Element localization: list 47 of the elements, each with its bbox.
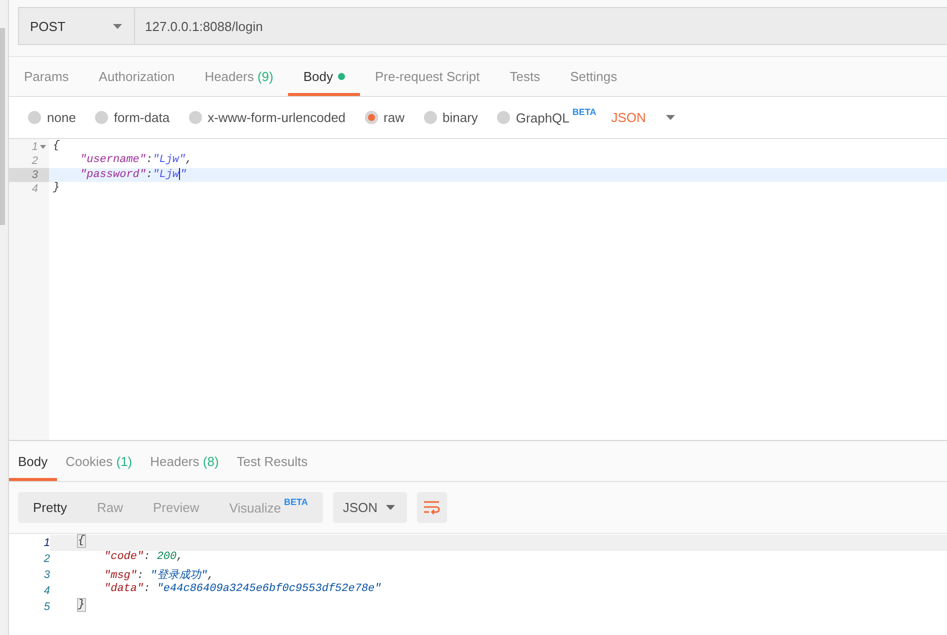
code-line: } [53,182,60,196]
line-number: 2 [32,155,38,167]
caret-icon [113,24,122,28]
radio-icon[interactable] [424,111,436,124]
line-number: 3 [44,569,50,581]
code-line: { [53,140,60,154]
body-type-option[interactable]: GraphQL $^{BETA}$ [496,109,596,126]
response-tab[interactable]: Test Results [228,441,317,481]
code-editor[interactable]: 1 2 3 4 { "username":"Ljw", "password":"Ljw" } [9,139,947,441]
body-type-option[interactable]: x-www-form-urlencoded [188,110,346,125]
code-line: "code": 200, [104,551,184,565]
url-field[interactable]: 127.0.0.1:8088/login [135,8,947,44]
body-type-option[interactable]: none [28,110,76,125]
view-mode-button[interactable]: Pretty [18,492,82,523]
request-tab[interactable]: Authorization [84,57,190,96]
response-tab[interactable]: Headers (8) [141,441,228,481]
caret-icon [386,505,395,510]
line-number: 3 [32,169,38,181]
radio-icon[interactable] [364,111,378,124]
body-type-option[interactable]: binary [424,110,478,125]
line-number: 2 [44,553,50,565]
response-tab[interactable]: Body [9,441,57,481]
line-number: 1 [32,141,38,153]
radio-icon[interactable] [28,111,41,124]
request-tab[interactable]: Pre-request Script [360,57,495,96]
radio-icon[interactable] [188,111,202,124]
request-tab[interactable]: Settings [555,57,632,96]
scrollbar-thumb[interactable] [0,28,5,225]
body-type-option[interactable]: raw [364,110,404,125]
radio-icon[interactable] [94,111,108,124]
wrap-lines-button[interactable] [416,492,447,523]
body-type-option[interactable]: form-data [94,110,170,125]
line-number: 1 [44,537,50,549]
request-tab[interactable]: Tests [494,57,556,96]
response-tab[interactable]: Cookies (1) [56,441,142,481]
code-line: "username":"Ljw", [80,154,192,168]
fold-caret-icon[interactable] [40,145,46,149]
response-format-dropdown[interactable]: JSON [332,492,407,523]
request-tab[interactable]: Headers (9) [190,57,288,96]
radio-icon[interactable] [496,110,510,124]
line-number: 5 [44,601,50,613]
line-number: 4 [32,183,38,195]
code-line: "msg": "登录成功", [104,568,214,583]
request-tab[interactable]: Params [9,57,84,96]
line-number: 4 [44,585,50,597]
caret-icon [666,115,675,120]
code-line: "data": "e44c86409a3245e6bf0c9553df52e78e" [104,583,382,597]
